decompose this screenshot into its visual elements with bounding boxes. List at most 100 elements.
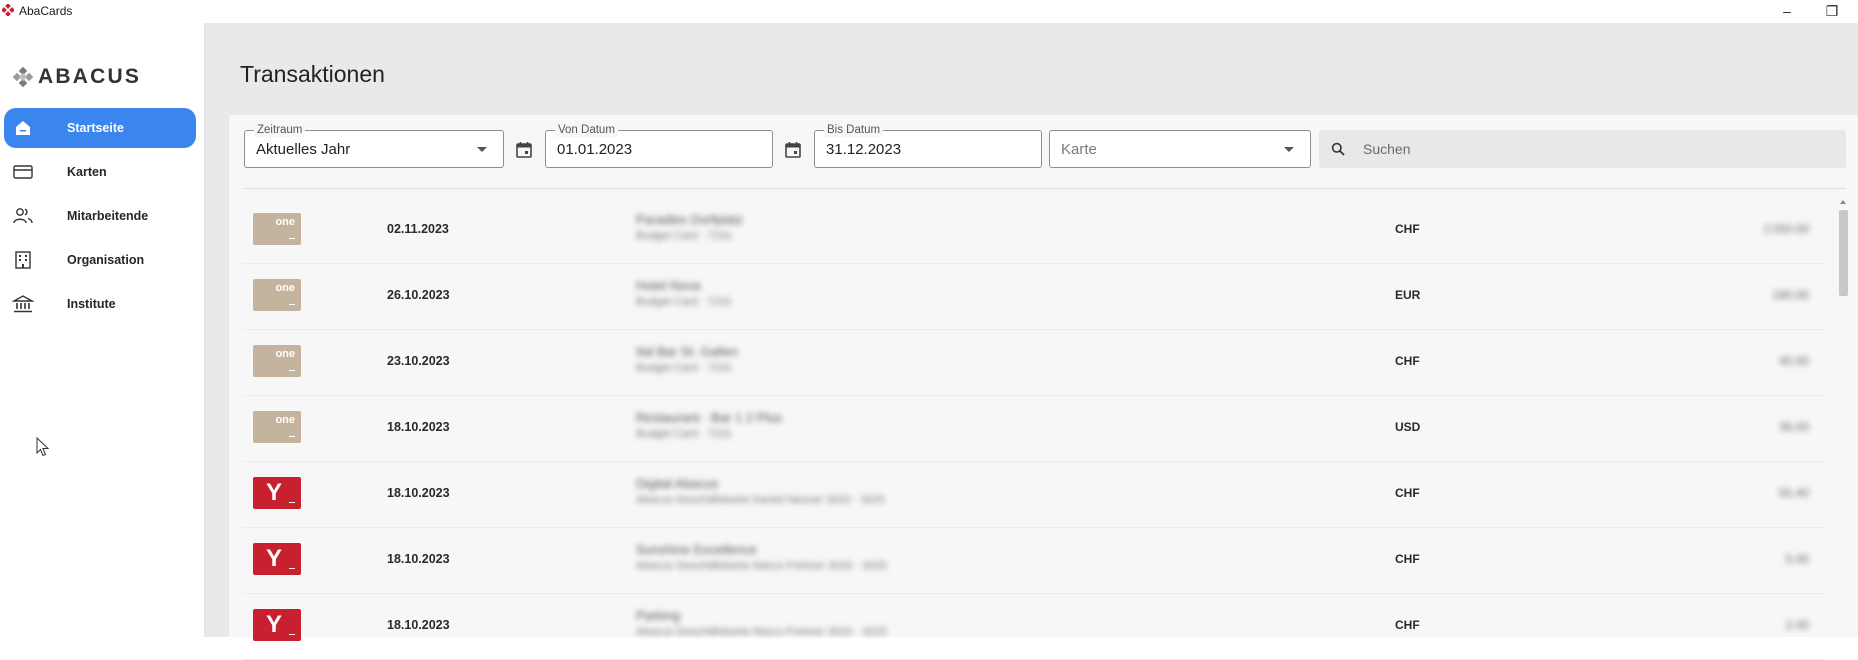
divider [243, 188, 1846, 189]
search-icon [1331, 142, 1345, 156]
sidebar-item-startseite[interactable]: Startseite [4, 108, 196, 148]
currency: CHF [1395, 618, 1420, 632]
transaction-date: 18.10.2023 [387, 420, 450, 434]
table-row[interactable]: one 26.10.2023 Hotel Nova Budget Card · … [243, 264, 1825, 330]
card-brand-label: one [275, 348, 295, 360]
card-mark [289, 435, 295, 437]
chevron-down-icon [1284, 147, 1294, 152]
page-title: Transaktionen [240, 61, 385, 87]
transactions-panel: Zeitraum Aktuelles Jahr Von Datum 01.01.… [229, 115, 1858, 660]
amount: 55.40 [1778, 486, 1809, 500]
card-thumbnail: one [253, 279, 301, 311]
sidebar-item-label: Mitarbeitende [67, 209, 149, 223]
merchant-name: Paradies Dorfplatz [636, 212, 743, 227]
sidebar-item-karten[interactable]: Karten [4, 152, 196, 192]
card-mark [289, 369, 295, 371]
sidebar-item-mitarbeitende[interactable]: Mitarbeitende [4, 196, 196, 236]
scrollbar-thumb[interactable] [1839, 210, 1848, 296]
card-brand-label: Y [266, 545, 283, 572]
table-row[interactable]: one 18.10.2023 Restaurant · Bar 1 2 Plus… [243, 396, 1825, 462]
card-mark [289, 633, 295, 635]
transaction-date: 02.11.2023 [387, 222, 449, 236]
amount: 5.00 [1785, 552, 1809, 566]
app-logo-icon [2, 4, 14, 16]
transaction-list: one 02.11.2023 Paradies Dorfplatz Budget… [243, 198, 1825, 660]
zeitraum-label: Zeitraum [254, 123, 306, 137]
merchant-name: Sunshine Excellence [636, 542, 757, 557]
card-brand-label: one [275, 216, 295, 228]
card-description: Abacus Geschäftskarte Marco Frehner 3020… [636, 560, 887, 572]
transaction-date: 18.10.2023 [387, 552, 450, 566]
merchant-name: Parking [636, 608, 681, 623]
main-area: Transaktionen Zeitraum Aktuelles Jahr Vo… [205, 23, 1858, 660]
sidebar-item-label: Organisation [67, 253, 145, 267]
card-description: Abacus Geschäftskarte Daniel Neuner 3020… [636, 494, 885, 506]
currency: CHF [1395, 222, 1420, 236]
sidebar-item-organisation[interactable]: Organisation [4, 240, 196, 280]
card-thumbnail: one [253, 411, 301, 443]
table-row[interactable]: Y 18.10.2023 Sunshine Excellence Abacus … [243, 528, 1825, 594]
von-datum-value: 01.01.2023 [557, 141, 633, 158]
abacus-logo: ABACUS [13, 63, 141, 91]
karte-select[interactable]: Karte [1049, 130, 1311, 168]
amount: 1'250.00 [1763, 222, 1809, 236]
merchant-name: Digital Abacus [636, 476, 719, 491]
card-brand-label: Y [266, 611, 283, 638]
amount: 36.00 [1778, 420, 1809, 434]
bis-datum-field[interactable]: Bis Datum 31.12.2023 [814, 123, 1042, 168]
card-description: Abacus Geschäftskarte Marco Frehner 3020… [636, 626, 887, 638]
search-box[interactable] [1319, 130, 1846, 168]
amount: 2.00 [1785, 618, 1809, 632]
transaction-date: 18.10.2023 [387, 486, 450, 500]
table-row[interactable]: Y 18.10.2023 Digital Abacus Abacus Gesch… [243, 462, 1825, 528]
currency: CHF [1395, 486, 1420, 500]
currency: CHF [1395, 354, 1420, 368]
zeitraum-select[interactable]: Zeitraum Aktuelles Jahr [244, 123, 504, 168]
card-mark [289, 303, 295, 305]
card-description: Budget Card · 7231 [636, 362, 733, 374]
sidebar-item-label: Karten [67, 165, 107, 179]
calendar-icon[interactable] [514, 140, 534, 160]
table-row[interactable]: Y 18.10.2023 Parking Abacus Geschäftskar… [243, 594, 1825, 660]
zeitraum-value: Aktuelles Jahr [256, 141, 351, 158]
chevron-down-icon [477, 147, 487, 152]
transaction-date: 23.10.2023 [387, 354, 450, 368]
card-icon [13, 165, 33, 179]
card-description: Budget Card · 7231 [636, 428, 733, 440]
table-row[interactable]: one 02.11.2023 Paradies Dorfplatz Budget… [243, 198, 1825, 264]
sidebar-nav: Startseite Karten Mitarbeitende Organisa… [4, 108, 196, 328]
card-mark [289, 501, 295, 503]
logo-text: ABACUS [38, 65, 142, 88]
window-title: AbaCards [19, 4, 73, 18]
scroll-up-arrow-icon[interactable] [1840, 200, 1846, 204]
restore-button[interactable]: ❐ [1817, 0, 1847, 22]
von-datum-field[interactable]: Von Datum 01.01.2023 [545, 123, 773, 168]
merchant-name: Hotel Nova [636, 278, 701, 293]
bank-icon [12, 295, 34, 313]
table-row[interactable]: one 23.10.2023 Ital Bar St. Gallen Budge… [243, 330, 1825, 396]
card-description: Budget Card · 7231 [636, 230, 733, 242]
card-thumbnail: one [253, 213, 301, 245]
minimize-button[interactable]: – [1772, 0, 1802, 22]
scrollbar[interactable] [1838, 200, 1849, 637]
merchant-name: Ital Bar St. Gallen [636, 344, 738, 359]
card-mark [289, 567, 295, 569]
card-thumbnail: one [253, 345, 301, 377]
sidebar-item-institute[interactable]: Institute [4, 284, 196, 324]
card-thumbnail: Y [253, 609, 301, 641]
search-input[interactable] [1363, 130, 1823, 168]
card-brand-label: one [275, 282, 295, 294]
sidebar-item-label: Institute [67, 297, 116, 311]
card-thumbnail: Y [253, 543, 301, 575]
amount: 180.00 [1772, 288, 1809, 302]
merchant-name: Restaurant · Bar 1 2 Plus [636, 410, 782, 425]
von-datum-label: Von Datum [555, 123, 618, 137]
currency: CHF [1395, 552, 1420, 566]
mouse-pointer-icon [36, 437, 50, 457]
calendar-icon[interactable] [783, 140, 803, 160]
abacus-logo-icon [13, 67, 33, 87]
card-mark [289, 237, 295, 239]
bis-datum-label: Bis Datum [824, 123, 884, 137]
card-brand-label: one [275, 414, 295, 426]
currency: EUR [1395, 288, 1421, 302]
